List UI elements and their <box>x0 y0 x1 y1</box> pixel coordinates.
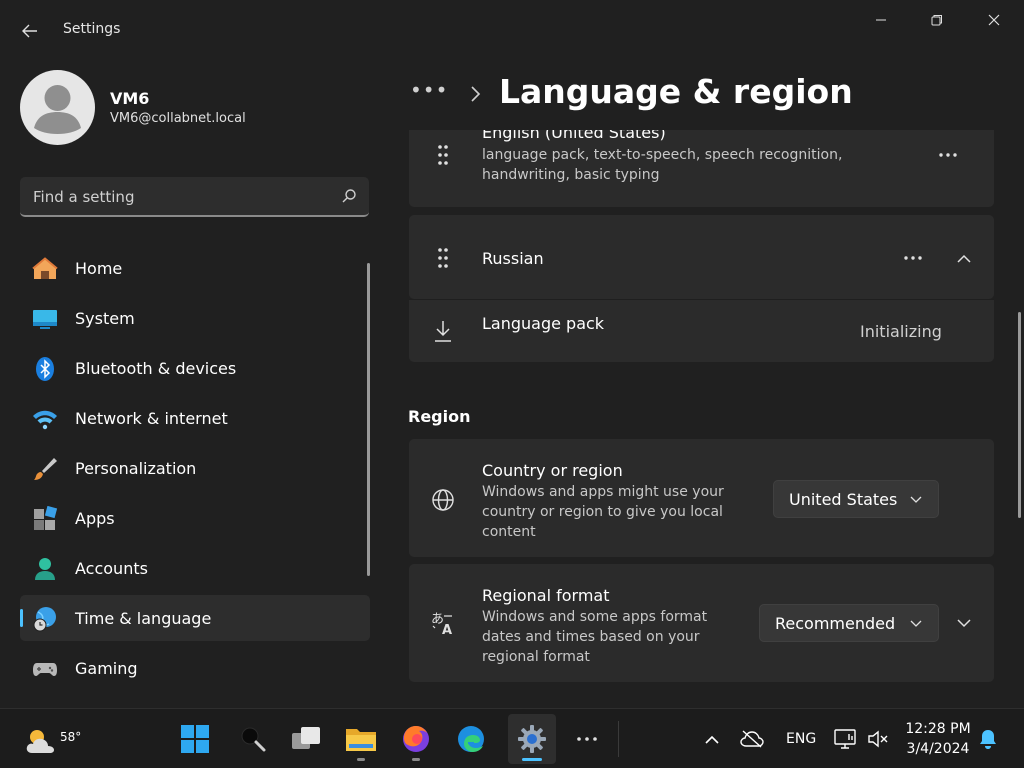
taskbar: 58° ENG 12:28 PM 3/4/2024 <box>0 708 1024 768</box>
language-english-title: English (United States) <box>482 130 666 142</box>
more-horizontal-icon <box>904 256 922 260</box>
cloud-offline-icon <box>740 730 764 748</box>
chevron-up-icon <box>957 254 971 263</box>
taskbar-edge[interactable] <box>447 714 495 764</box>
regional-format-card[interactable]: あ A Regional format Windows and some app… <box>409 564 994 682</box>
content-scrollbar[interactable] <box>1018 312 1021 518</box>
minimize-button[interactable] <box>855 4 907 36</box>
clock-time: 12:28 PM <box>905 721 971 737</box>
back-arrow-icon <box>22 24 37 38</box>
title-bar: Settings <box>0 0 1024 60</box>
start-button[interactable] <box>171 714 219 764</box>
minimize-icon <box>876 19 886 21</box>
edge-icon <box>458 726 484 752</box>
page-title: Language & region <box>499 72 853 111</box>
user-name: VM6 <box>110 89 150 108</box>
country-region-card: Country or region Windows and apps might… <box>409 439 994 557</box>
drag-handle-icon[interactable] <box>435 143 451 167</box>
gear-icon <box>518 725 546 753</box>
download-icon <box>435 321 451 342</box>
taskbar-firefox[interactable] <box>392 714 440 764</box>
country-region-title: Country or region <box>482 461 623 480</box>
language-pack-row: Language pack Initializing <box>409 300 994 362</box>
language-pack-status: Initializing <box>860 322 942 341</box>
country-region-desc: Windows and apps might use your country … <box>482 484 724 540</box>
language-english-card[interactable]: English (United States) language pack, t… <box>409 130 994 207</box>
regional-format-title: Regional format <box>482 586 610 605</box>
active-indicator <box>522 758 542 761</box>
regional-format-dropdown[interactable]: Recommended <box>759 604 939 642</box>
country-region-value: United States <box>789 489 898 509</box>
windows-logo-icon <box>181 725 209 753</box>
language-english-desc: language pack, text-to-speech, speech re… <box>482 147 843 183</box>
input-language-indicator[interactable]: ENG <box>786 731 816 747</box>
weather-partly-cloudy-icon <box>26 730 54 753</box>
clock-date: 3/4/2024 <box>906 741 970 757</box>
taskbar-separator <box>618 721 619 757</box>
firefox-icon <box>403 726 429 752</box>
chevron-down-icon <box>910 496 922 503</box>
search-icon <box>241 727 266 752</box>
folder-icon <box>346 729 376 751</box>
regional-format-desc: Windows and some apps format dates and t… <box>482 609 708 665</box>
language-russian-title: Russian <box>482 249 544 268</box>
chevron-up-icon <box>705 735 719 744</box>
region-section-title: Region <box>408 407 471 426</box>
breadcrumb-more-button[interactable]: ••• <box>410 78 447 106</box>
network-monitor-icon <box>834 729 856 749</box>
task-view-button[interactable] <box>282 714 330 764</box>
more-horizontal-icon <box>939 153 957 157</box>
more-horizontal-icon <box>577 737 597 741</box>
restore-icon <box>931 15 942 26</box>
close-button[interactable] <box>968 4 1020 36</box>
regional-format-expand-button[interactable] <box>948 611 980 635</box>
task-view-icon <box>292 727 320 749</box>
country-region-dropdown[interactable]: United States <box>773 480 939 518</box>
close-icon <box>988 14 1000 26</box>
back-button[interactable] <box>14 16 46 46</box>
russian-collapse-button[interactable] <box>948 246 980 270</box>
drag-handle-icon[interactable] <box>435 246 451 270</box>
english-more-options-button[interactable] <box>932 143 964 167</box>
volume-button[interactable] <box>856 714 900 764</box>
bell-icon <box>980 730 996 749</box>
globe-icon <box>432 489 454 511</box>
notifications-button[interactable] <box>966 714 1010 764</box>
russian-more-options-button[interactable] <box>897 246 929 270</box>
chevron-down-icon <box>957 618 971 627</box>
app-title: Settings <box>63 21 121 37</box>
regional-format-value: Recommended <box>775 613 896 633</box>
user-email: VM6@collabnet.local <box>110 111 246 126</box>
language-pack-title: Language pack <box>482 314 605 333</box>
taskbar-settings[interactable] <box>508 714 556 764</box>
language-format-icon: あ A <box>431 612 452 636</box>
running-indicator <box>357 758 365 761</box>
taskbar-file-explorer[interactable] <box>337 714 385 764</box>
language-russian-card[interactable]: Russian <box>409 215 994 299</box>
weather-widget[interactable]: 58° <box>20 719 82 759</box>
taskbar-more-button[interactable] <box>563 714 611 764</box>
content-area: English (United States) language pack, t… <box>0 130 1024 705</box>
restore-button[interactable] <box>911 4 963 36</box>
volume-muted-icon <box>868 730 888 748</box>
show-hidden-icons-button[interactable] <box>690 714 734 764</box>
svg-text:A: A <box>442 623 452 636</box>
chevron-down-icon <box>910 620 922 627</box>
breadcrumb-chevron-right-icon <box>471 86 481 102</box>
running-indicator <box>412 758 420 761</box>
weather-temperature: 58° <box>60 730 82 744</box>
onedrive-button[interactable] <box>730 714 774 764</box>
taskbar-search-button[interactable] <box>229 714 277 764</box>
system-clock[interactable]: 12:28 PM 3/4/2024 <box>900 719 976 759</box>
